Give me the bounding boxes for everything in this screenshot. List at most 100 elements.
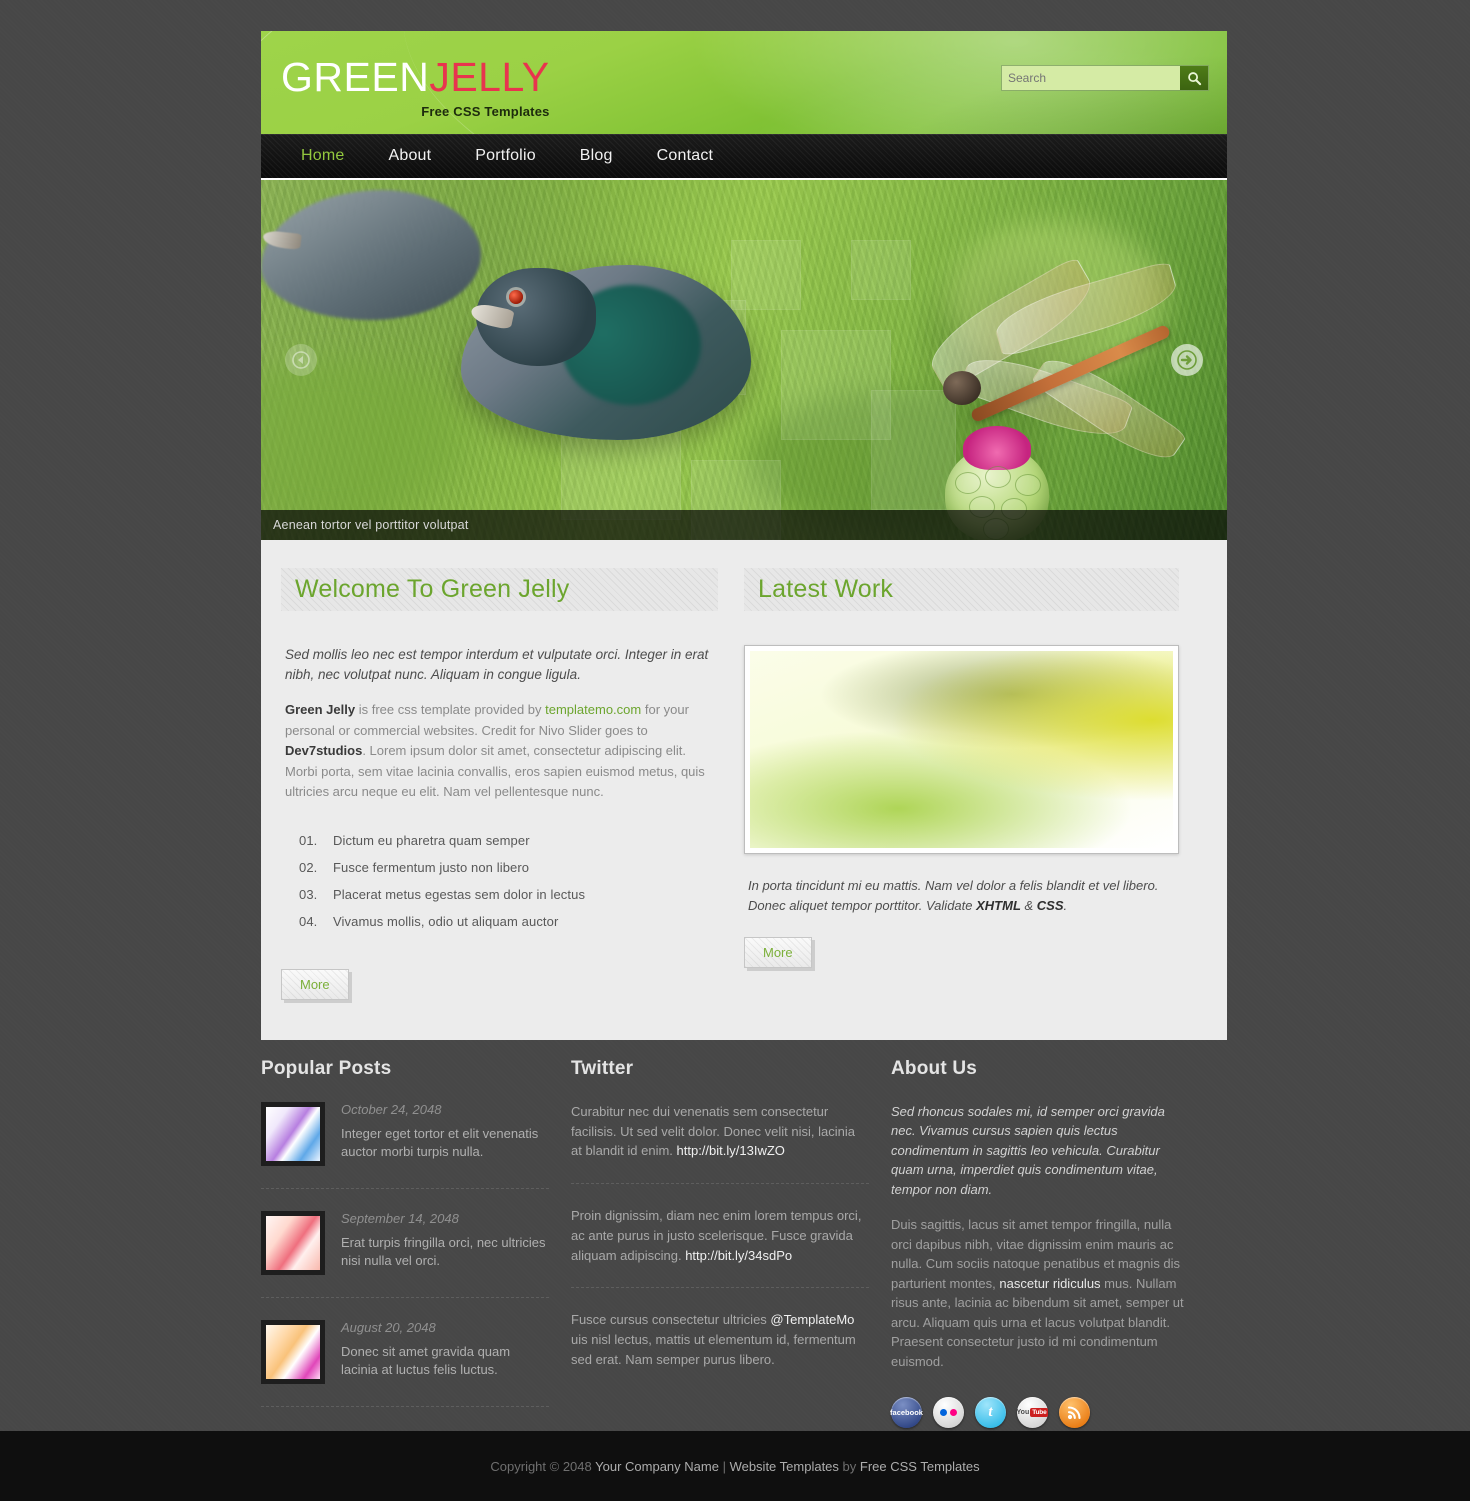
feature-list: 01. Dictum eu pharetra quam semper 02. Fus… xyxy=(299,833,718,929)
tweet-link[interactable]: http://bit.ly/13IwZO xyxy=(677,1143,785,1158)
dev7studios-credit: Dev7studios xyxy=(285,743,363,759)
slider-prev-button[interactable] xyxy=(285,344,317,376)
about-inline-link[interactable]: nascetur ridiculus xyxy=(999,1276,1100,1291)
post-text: Erat turpis fringilla orci, nec ultricie… xyxy=(341,1234,546,1269)
mosaic-tile-5 xyxy=(561,430,681,520)
search-box[interactable] xyxy=(1001,65,1209,91)
post-body: August 20, 2048 Donec sit amet gravida q… xyxy=(341,1320,549,1384)
post-body: September 14, 2048 Erat turpis fringilla… xyxy=(341,1211,549,1275)
caption-period: . xyxy=(1063,897,1068,913)
css-link[interactable]: CSS xyxy=(1037,898,1064,913)
post-body: October 24, 2048 Integer eget tortor et … xyxy=(341,1102,549,1166)
flower-scale-1 xyxy=(955,472,981,494)
nav-item-about[interactable]: About xyxy=(366,147,453,165)
logo-word-jelly: JELLY xyxy=(429,54,550,100)
post-date: August 20, 2048 xyxy=(341,1319,436,1335)
arrow-right-icon xyxy=(1177,350,1197,370)
post-thumbnail[interactable] xyxy=(261,1101,325,1166)
xhtml-link[interactable]: XHTML xyxy=(976,898,1021,913)
flower-scale-3 xyxy=(1015,474,1041,496)
site-logo[interactable]: GREENJELLY Free CSS Templates xyxy=(281,57,550,120)
search-input[interactable] xyxy=(1002,66,1180,90)
list-item[interactable]: October 24, 2048 Integer eget tortor et … xyxy=(261,1101,549,1189)
post-thumbnail[interactable] xyxy=(261,1319,325,1384)
list-item[interactable]: August 20, 2048 Donec sit amet gravida q… xyxy=(261,1319,549,1407)
latest-work-column: Latest Work In porta tincidunt mi eu mat… xyxy=(744,568,1179,1000)
social-links: facebook t You Tube xyxy=(890,1397,1189,1429)
bird-eye xyxy=(509,290,523,304)
logo-title: GREENJELLY xyxy=(281,57,550,98)
flickr-icon[interactable] xyxy=(933,1397,964,1429)
nav-item-blog[interactable]: Blog xyxy=(558,147,635,165)
nav-item-home[interactable]: Home xyxy=(279,147,366,165)
welcome-intro: Sed mollis leo nec est tempor interdum e… xyxy=(285,647,709,682)
youtube-text-tube: Tube xyxy=(1030,1408,1049,1418)
post-date: September 14, 2048 xyxy=(341,1210,459,1226)
copyright-prefix: Copyright © 2048 xyxy=(490,1458,596,1474)
list-item-label: Placerat metus egestas sem dolor in lect… xyxy=(333,886,586,902)
facebook-label: facebook xyxy=(890,1408,923,1418)
twitter-icon[interactable]: t xyxy=(975,1397,1006,1429)
post-thumbnail[interactable] xyxy=(261,1210,325,1275)
list-item: 02. Fusce fermentum justo non libero xyxy=(299,860,718,875)
welcome-section-header: Welcome To Green Jelly xyxy=(281,568,718,611)
list-item-number: 01. xyxy=(299,832,318,848)
list-item-number: 04. xyxy=(299,913,318,929)
list-item-number: 03. xyxy=(299,886,318,902)
list-item: 04. Vivamus mollis, odio ut aliquam aucto… xyxy=(299,914,718,929)
list-item: Proin dignissim, diam nec enim lorem tem… xyxy=(571,1206,869,1289)
templatemo-link[interactable]: templatemo.com xyxy=(545,702,641,717)
twitter-heading: Twitter xyxy=(571,1057,634,1079)
youtube-icon[interactable]: You Tube xyxy=(1017,1397,1049,1429)
search-icon xyxy=(1187,71,1201,85)
main-navigation: Home About Portfolio Blog Contact xyxy=(261,134,1227,180)
popular-posts-column: Popular Posts October 24, 2048 Integer e… xyxy=(261,1058,571,1429)
welcome-column: Welcome To Green Jelly Sed mollis leo ne… xyxy=(281,568,718,1000)
list-item: Curabitur nec dui venenatis sem consecte… xyxy=(571,1102,869,1185)
list-item: Fusce cursus consectetur ultricies @Temp… xyxy=(571,1310,869,1391)
latest-work-caption: In porta tincidunt mi eu mattis. Nam vel… xyxy=(744,876,1179,915)
caption-text: In porta tincidunt mi eu mattis. Nam vel… xyxy=(748,878,1159,913)
mosaic-tile-2 xyxy=(731,240,801,310)
about-lead: Sed rhoncus sodales mi, id semper orci g… xyxy=(891,1103,1165,1197)
website-templates-link[interactable]: Website Templates xyxy=(730,1459,839,1474)
latest-work-image-frame[interactable] xyxy=(744,645,1179,854)
facebook-icon[interactable]: facebook xyxy=(890,1397,923,1429)
post-date: October 24, 2048 xyxy=(341,1101,442,1117)
welcome-heading: Welcome To Green Jelly xyxy=(295,575,570,603)
free-css-templates-link[interactable]: Free CSS Templates xyxy=(860,1459,980,1474)
tweet-link[interactable]: http://bit.ly/34sdPo xyxy=(685,1248,792,1263)
nav-item-portfolio[interactable]: Portfolio xyxy=(453,147,558,165)
tweet-mention[interactable]: @TemplateMo xyxy=(770,1312,854,1327)
latest-work-more-button[interactable]: More xyxy=(744,937,812,968)
rss-icon[interactable] xyxy=(1059,1397,1090,1429)
welcome-more-button[interactable]: More xyxy=(281,968,349,1000)
copyright-separator: | xyxy=(718,1458,730,1474)
about-body: Duis sagittis, lacus sit amet tempor fri… xyxy=(891,1215,1189,1371)
caption-amp: & xyxy=(1020,897,1037,913)
flickr-dot-pink xyxy=(950,1409,957,1417)
search-button[interactable] xyxy=(1180,66,1208,90)
latest-work-heading: Latest Work xyxy=(758,575,894,603)
logo-word-green: GREEN xyxy=(281,54,430,100)
logo-tagline: Free CSS Templates xyxy=(421,104,550,119)
hero-slider: Aenean tortor vel porttitor volutpat xyxy=(261,180,1227,540)
latest-work-section-header: Latest Work xyxy=(744,568,1179,611)
copyright-bar: Copyright © 2048 Your Company Name | Web… xyxy=(0,1431,1470,1501)
post-text: Integer eget tortor et elit venenatis au… xyxy=(341,1125,539,1160)
company-name-link[interactable]: Your Company Name xyxy=(595,1459,719,1474)
list-item-label: Vivamus mollis, odio ut aliquam auctor xyxy=(333,913,559,929)
twitter-column: Twitter Curabitur nec dui venenatis sem … xyxy=(571,1058,891,1429)
footer-columns: Popular Posts October 24, 2048 Integer e… xyxy=(261,1040,1227,1459)
twitter-label: t xyxy=(988,1404,993,1421)
list-item[interactable]: September 14, 2048 Erat turpis fringilla… xyxy=(261,1210,549,1298)
slider-next-button[interactable] xyxy=(1171,344,1203,376)
copyright-by: by xyxy=(838,1458,860,1474)
list-item: 01. Dictum eu pharetra quam semper xyxy=(299,833,718,848)
about-us-heading: About Us xyxy=(891,1057,978,1079)
page-wrapper: GREENJELLY Free CSS Templates Home About… xyxy=(0,31,1470,1501)
list-item-label: Fusce fermentum justo non libero xyxy=(333,859,530,875)
latest-work-image xyxy=(750,651,1173,848)
tweet-text-after: uis nisl lectus, mattis ut elementum id,… xyxy=(571,1332,856,1367)
nav-item-contact[interactable]: Contact xyxy=(635,147,736,165)
